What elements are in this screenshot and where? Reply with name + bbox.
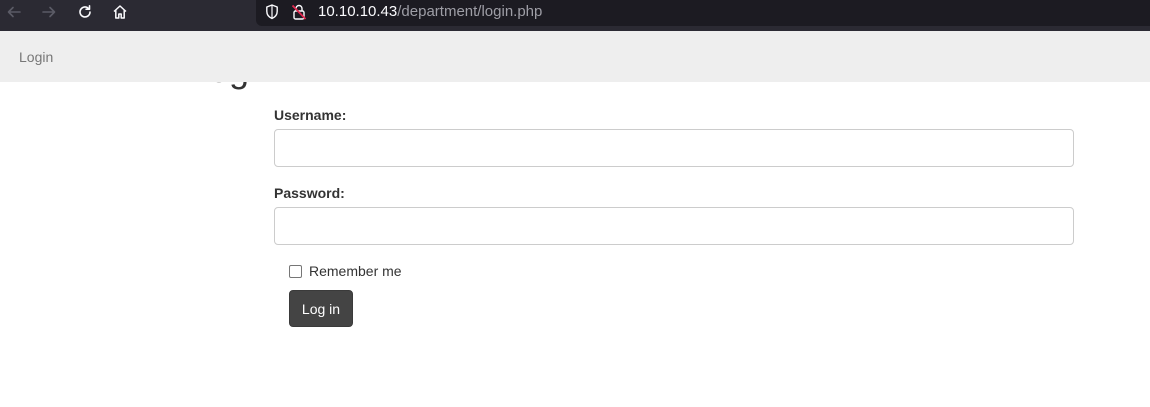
login-button[interactable]: Log in [289,290,353,327]
forward-button[interactable] [37,0,61,24]
reload-icon [79,5,91,18]
home-button[interactable] [108,0,132,24]
url-path: /department/login.php [397,3,543,20]
shield-icon [266,4,278,20]
home-icon [113,5,127,19]
url-text: 10.10.10.43/department/login.php [318,3,542,21]
address-bar[interactable]: 10.10.10.43/department/login.php [256,0,1150,26]
remember-me-checkbox[interactable] [289,264,302,278]
password-label: Password: [274,185,345,201]
arrow-left-icon [7,6,21,18]
remember-me-row[interactable]: Remember me [289,262,402,280]
browser-toolbar: 10.10.10.43/department/login.php [0,0,1150,31]
password-input[interactable] [274,207,1074,245]
username-label: Username: [274,107,347,123]
insecure-lock-icon[interactable] [291,3,307,21]
remember-me-label[interactable]: Remember me [309,263,402,279]
url-host: 10.10.10.43 [318,3,398,20]
reload-button[interactable] [73,0,97,24]
back-button[interactable] [2,0,26,24]
username-input[interactable] [274,129,1074,167]
arrow-right-icon [42,6,56,18]
navbar-brand-link[interactable]: Login [19,49,53,65]
site-navbar: Login [0,31,1150,82]
